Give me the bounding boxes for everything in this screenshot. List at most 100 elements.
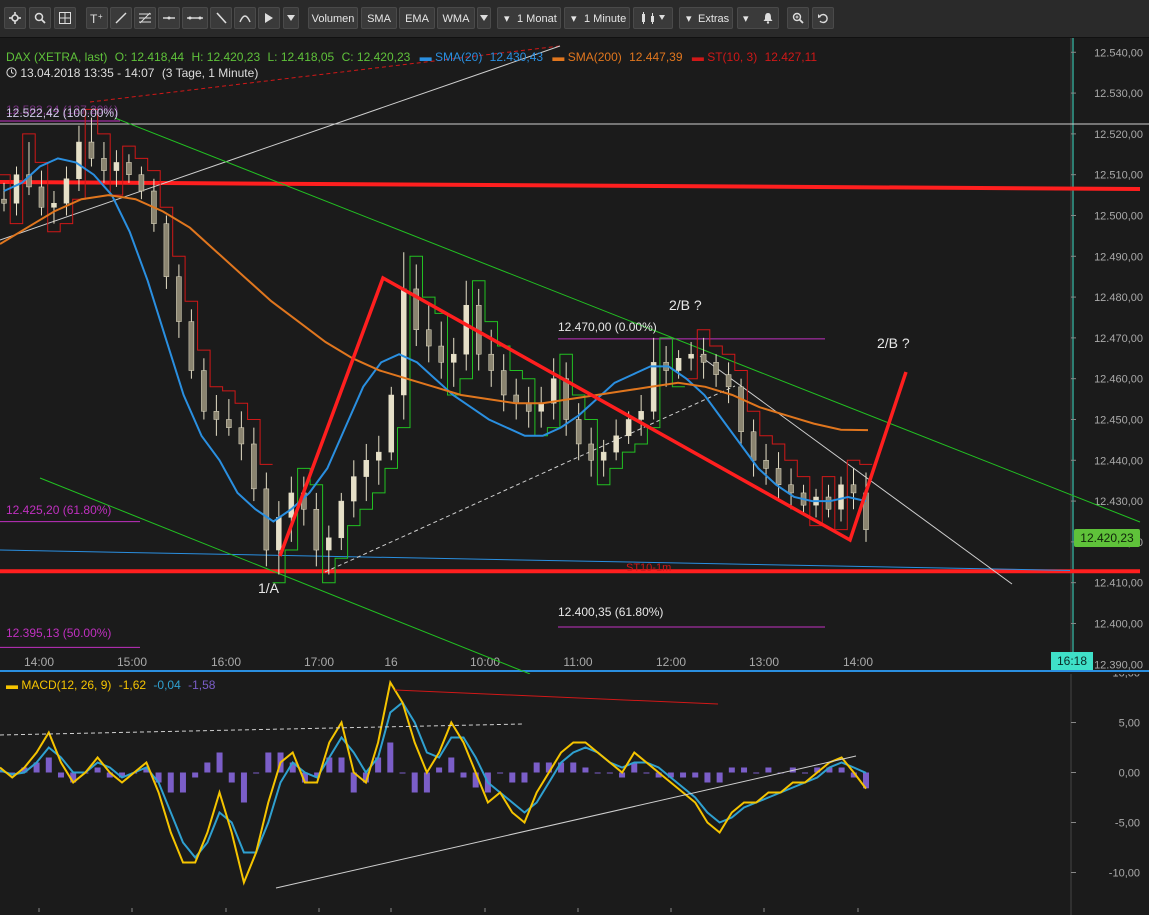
low-value: L: 12.418,05: [267, 50, 335, 64]
pencil-tool-button[interactable]: [210, 7, 232, 29]
price-tick-label: 12.530,00: [1094, 88, 1143, 100]
time-tick-label: 10:00: [470, 655, 500, 669]
candle-body: [838, 484, 844, 510]
wave-2b-label-2: 2/B ?: [877, 335, 910, 351]
channel-tool-icon: [187, 16, 203, 20]
chevron-down-icon: ▾: [743, 13, 749, 25]
st-label: ST(10, 3): [707, 50, 758, 64]
price-tick-label: 12.440,00: [1094, 455, 1143, 467]
macd-histogram-bar: [582, 767, 589, 773]
macd-histogram-bar: [460, 772, 467, 778]
extras-dropdown[interactable]: ▾ Extras: [679, 7, 733, 29]
macd-histogram-bar: [753, 772, 760, 774]
instrument-name: DAX (XETRA, last): [6, 50, 108, 64]
settings-button[interactable]: [4, 7, 26, 29]
macd-histogram-bar: [57, 772, 64, 778]
st-value: 12.427,11: [764, 50, 818, 64]
fib-618-right-label: 12.400,35 (61.80%): [558, 605, 664, 619]
macd-header: ▬ MACD(12, 26, 9) -1,62 -0,04 -1,58: [6, 678, 215, 692]
sma20-value: 12.430,43: [489, 50, 544, 64]
chevron-down-icon: ▾: [571, 13, 577, 25]
macd-histogram-bar: [216, 752, 223, 773]
volumen-button[interactable]: Volumen: [308, 7, 358, 29]
macd-histogram-bar: [643, 772, 650, 774]
macd-label: MACD(12, 26, 9): [21, 678, 112, 692]
line-tool-button[interactable]: [110, 7, 132, 29]
macd-histogram-bar: [192, 772, 199, 778]
date-range: 13.04.2018 13:35 - 14:07: [20, 66, 155, 80]
cursor-button[interactable]: [258, 7, 280, 29]
close-value: C: 12.420,23: [341, 50, 411, 64]
ema-button[interactable]: EMA: [399, 7, 435, 29]
date-span: (3 Tage, 1 Minute): [161, 66, 259, 80]
tools-dropdown[interactable]: [283, 7, 299, 29]
reset-zoom-button[interactable]: [812, 7, 834, 29]
candle-body: [763, 460, 769, 469]
interval-label: 1 Minute: [584, 13, 627, 25]
candle-type-button[interactable]: [633, 7, 673, 29]
candlestick-icon: [642, 12, 665, 24]
current-time-tag: 16:18: [1051, 652, 1093, 670]
candle-body: [188, 321, 195, 371]
horizontal-line-button[interactable]: [158, 7, 180, 29]
candle-body: [88, 141, 95, 159]
candle-body: [725, 374, 732, 388]
interval-dropdown[interactable]: ▾ 1 Minute: [564, 7, 630, 29]
channel-tool-button[interactable]: [182, 7, 208, 29]
candle-body: [113, 162, 120, 171]
text-tool-button[interactable]: T +: [86, 7, 108, 29]
macd-histogram-bar: [741, 767, 748, 773]
candle-body: [638, 411, 644, 420]
period-dropdown[interactable]: ▾ 1 Monat: [497, 7, 561, 29]
time-tick-label: 14:00: [24, 655, 54, 669]
candle-body: [700, 353, 707, 363]
price-tick-label: 12.390,00: [1094, 659, 1143, 671]
wma-button[interactable]: WMA: [437, 7, 475, 29]
candle-body: [38, 186, 45, 208]
price-chart[interactable]: 12.540,00 12.530,00 12.520,00 12.510,00 12.5…: [0, 38, 1149, 674]
price-tick-label: 12.410,00: [1094, 578, 1143, 590]
candle-body: [288, 492, 295, 518]
grid-button[interactable]: [54, 7, 76, 29]
clock-icon: [6, 67, 17, 78]
curve-tool-button[interactable]: [234, 7, 256, 29]
macd-histogram-bar: [802, 772, 809, 774]
candle-body: [575, 419, 582, 445]
candle-body: [488, 353, 494, 371]
macd-histogram-bar: [570, 762, 577, 773]
sma200-swatch: ▬: [552, 50, 565, 64]
sma-button[interactable]: SMA: [361, 7, 397, 29]
fib-50-label: 12.395,13 (50.00%): [6, 626, 112, 640]
fibonacci-tool-icon: [139, 12, 151, 24]
candle-body: [201, 370, 207, 412]
chevron-down-icon: ▾: [504, 13, 510, 25]
candle-body: [363, 460, 370, 477]
alarm-button[interactable]: ▾: [737, 7, 779, 29]
text-tool-icon: T +: [90, 12, 103, 24]
candle-body: [850, 484, 857, 494]
time-tick-label: 17:00: [304, 655, 334, 669]
fibonacci-tool-button[interactable]: [134, 7, 156, 29]
candle-body: [613, 435, 619, 453]
macd-histogram-bar: [448, 757, 455, 773]
candle-body: [1, 198, 7, 204]
macd-histogram-bar: [399, 772, 406, 774]
candle-body: [775, 468, 782, 486]
candle-body: [351, 476, 357, 502]
macd-hist-value: -1,58: [188, 678, 216, 692]
macd-histogram-bar: [838, 767, 845, 773]
candle-body: [600, 451, 607, 461]
search-button[interactable]: [29, 7, 51, 29]
macd-tick-label: -5,00: [1115, 818, 1140, 830]
macd-chart[interactable]: 10,00 5,00 0,00 -5,00 -10,00: [0, 674, 1149, 915]
horizontal-line-icon: [163, 16, 175, 20]
time-tick-label: 16: [384, 655, 398, 669]
indicator-dropdown[interactable]: [477, 7, 491, 29]
candle-body: [825, 496, 832, 510]
zoom-button[interactable]: [787, 7, 809, 29]
macd-histogram-bar: [240, 772, 247, 803]
macd-histogram-bar: [253, 772, 260, 774]
candle-body: [213, 411, 220, 420]
candle-body: [688, 353, 694, 359]
candle-body: [238, 427, 245, 445]
